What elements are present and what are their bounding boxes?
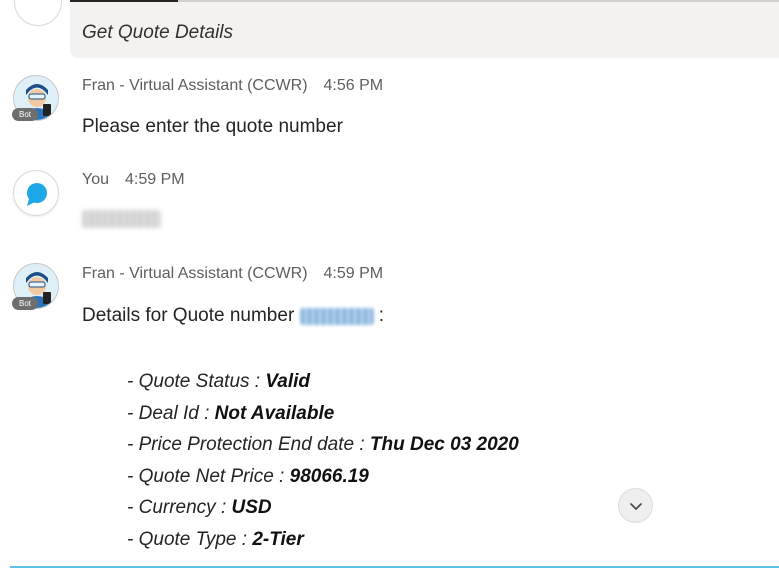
message-meta: You 4:59 PM [82, 171, 185, 189]
sender-name: You [82, 171, 109, 188]
detail-quote-net-price: - Quote Net Price : 98066.19 [127, 465, 369, 487]
sender-name: Fran - Virtual Assistant (CCWR) [82, 265, 308, 282]
detail-deal-id: - Deal Id : Not Available [127, 402, 335, 424]
scroll-to-bottom-button[interactable] [618, 488, 653, 523]
redacted-quote-number: 481156615 [299, 308, 374, 325]
sender-name: Fran - Virtual Assistant (CCWR) [82, 77, 308, 94]
message-text: 481156615 [82, 210, 161, 228]
card-accent [70, 0, 178, 2]
timestamp: 4:59 PM [323, 265, 384, 282]
details-colon: : [378, 305, 385, 326]
quote-details-list: - Quote Status : Valid - Deal Id : Not A… [127, 366, 519, 555]
user-avatar [13, 170, 59, 216]
detail-currency: - Currency : USD [127, 497, 272, 518]
message-text: Details for Quote number 481156615 : [82, 305, 384, 327]
detail-quote-type: - Quote Type : 2-Tier [127, 528, 304, 550]
chevron-down-icon [629, 502, 642, 510]
bot-badge: Bot [12, 297, 38, 310]
bot-badge: Bot [12, 108, 38, 121]
previous-card: Get Quote Details [70, 0, 779, 58]
composer-divider [10, 566, 779, 568]
card-title: Get Quote Details [82, 22, 234, 43]
detail-quote-status: - Quote Status : Valid [127, 371, 311, 392]
details-intro: Details for Quote number [82, 305, 295, 326]
detail-price-protection-end: - Price Protection End date : Thu Dec 03… [127, 434, 519, 455]
timestamp: 4:59 PM [125, 171, 185, 188]
chat-bubble-icon [27, 183, 47, 206]
timestamp: 4:56 PM [323, 77, 384, 94]
redacted-quote-number: 481156615 [82, 210, 161, 228]
previous-avatar [14, 0, 62, 26]
message-text: Please enter the quote number [82, 116, 343, 137]
message-meta: Fran - Virtual Assistant (CCWR) 4:59 PM [82, 265, 383, 283]
message-meta: Fran - Virtual Assistant (CCWR) 4:56 PM [82, 77, 383, 95]
